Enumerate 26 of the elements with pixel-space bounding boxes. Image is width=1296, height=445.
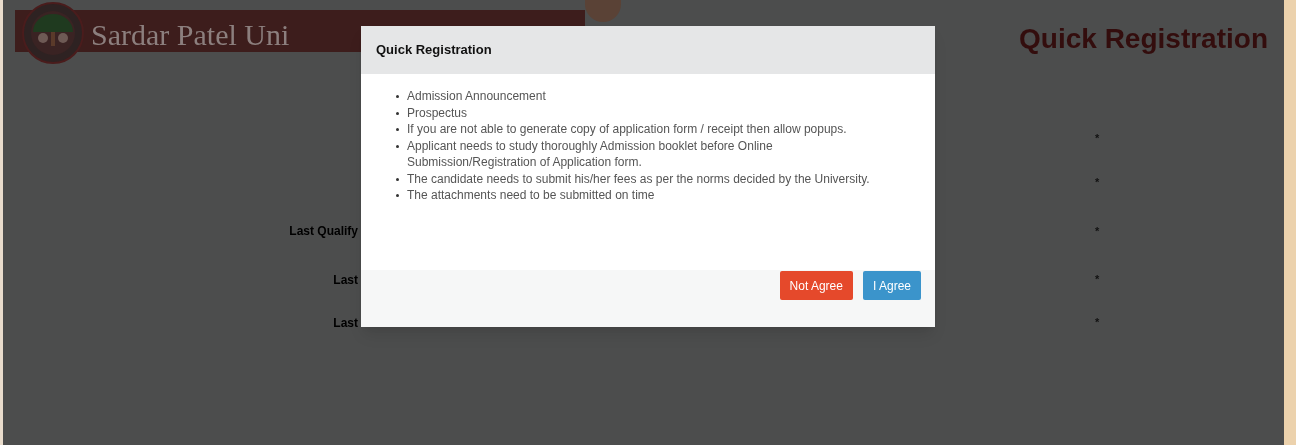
bullet-icon bbox=[396, 111, 399, 115]
form-label: Last bbox=[333, 314, 358, 332]
form-label: Last bbox=[333, 271, 358, 289]
required-mark: * bbox=[1095, 223, 1100, 239]
required-mark: * bbox=[1095, 174, 1100, 190]
list-item: The candidate needs to submit his/her fees as per the norms decided by the University. bbox=[407, 170, 870, 187]
required-mark: * bbox=[1095, 272, 1100, 288]
bullet-icon bbox=[396, 95, 399, 98]
page-heading: Quick Registration bbox=[1019, 22, 1268, 56]
agree-button[interactable]: I Agree bbox=[862, 271, 921, 300]
bullet-icon bbox=[396, 177, 399, 181]
list-item: Admission Announcement bbox=[407, 88, 546, 105]
list-item: If you are not able to generate copy of application form / receipt then allow popups. bbox=[407, 121, 847, 138]
photo-placeholder bbox=[585, 0, 621, 22]
not-agree-button[interactable]: Not Agree bbox=[779, 271, 853, 300]
required-mark: * bbox=[1095, 315, 1100, 331]
university-name: Sardar Patel Uni bbox=[91, 17, 290, 53]
required-mark: * bbox=[1095, 131, 1100, 147]
bullet-icon bbox=[396, 194, 399, 197]
bullet-icon bbox=[396, 144, 399, 148]
list-item: Applicant needs to study thoroughly Admission booklet before Online Submission/Registration of Application form. bbox=[407, 137, 774, 171]
list-item: The attachments need to be submitted on time bbox=[407, 187, 655, 204]
bullet-icon bbox=[396, 128, 399, 131]
form-label: Last Qualify bbox=[289, 223, 358, 240]
list-item: Prospectus bbox=[407, 104, 468, 121]
dialog-title: Quick Registration bbox=[376, 41, 492, 60]
